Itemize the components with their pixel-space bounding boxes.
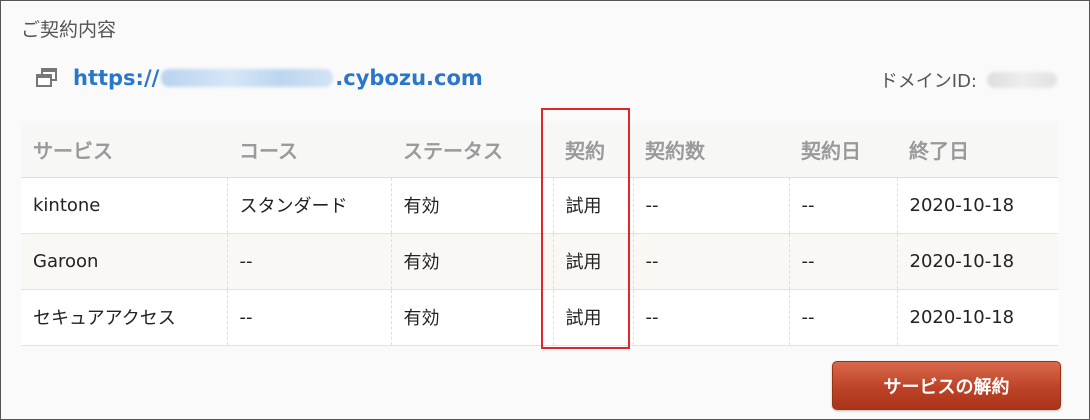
- contract-table-wrapper: サービス コース ステータス 契約 契約数 契約日 終了日 kintone スタ…: [21, 123, 1058, 346]
- contract-panel: ご契約内容 https:// .cybozu.com ドメインID: サービス …: [0, 0, 1090, 420]
- cell-status: 有効: [390, 233, 553, 290]
- cell-status: 有効: [390, 289, 553, 346]
- contract-table: サービス コース ステータス 契約 契約数 契約日 終了日 kintone スタ…: [21, 123, 1058, 346]
- url-row: https:// .cybozu.com: [35, 63, 483, 93]
- domain-id: ドメインID:: [880, 67, 1059, 93]
- cancel-service-button[interactable]: サービスの解約: [832, 361, 1061, 410]
- new-window-icon: [35, 66, 59, 90]
- cell-service: セキュアアクセス: [21, 289, 227, 346]
- header-contract: 契約: [553, 123, 633, 178]
- url-suffix: .cybozu.com: [335, 66, 483, 90]
- header-contract-count: 契約数: [633, 123, 789, 178]
- cell-contract-date: --: [788, 289, 897, 346]
- table-header-row: サービス コース ステータス 契約 契約数 契約日 終了日: [21, 123, 1058, 178]
- cell-end-date: 2020-10-18: [896, 177, 1058, 234]
- cell-contract-count: --: [632, 233, 789, 290]
- cell-end-date: 2020-10-18: [896, 289, 1058, 346]
- redacted-subdomain: [161, 69, 334, 87]
- header-status: ステータス: [391, 123, 553, 178]
- cell-course: --: [226, 233, 391, 290]
- cell-contract-count: --: [632, 177, 789, 234]
- header-end-date: 終了日: [897, 123, 1058, 178]
- domain-url-link[interactable]: https:// .cybozu.com: [73, 66, 483, 90]
- cell-service: Garoon: [21, 233, 227, 290]
- cell-service: kintone: [21, 177, 227, 234]
- cell-end-date: 2020-10-18: [896, 233, 1058, 290]
- cell-contract: 試用: [552, 289, 633, 346]
- cell-course: スタンダード: [226, 177, 391, 234]
- table-row: kintone スタンダード 有効 試用 -- -- 2020-10-18: [21, 177, 1058, 234]
- cell-status: 有効: [390, 177, 553, 234]
- domain-id-label: ドメインID:: [879, 71, 977, 92]
- table-row: Garoon -- 有効 試用 -- -- 2020-10-18: [21, 233, 1058, 290]
- redacted-domain-id: [987, 72, 1057, 88]
- cell-contract-date: --: [788, 177, 897, 234]
- cell-contract-count: --: [632, 289, 789, 346]
- table-row: セキュアアクセス -- 有効 試用 -- -- 2020-10-18: [21, 289, 1058, 346]
- cell-course: --: [226, 289, 391, 346]
- cell-contract: 試用: [552, 233, 633, 290]
- url-prefix: https://: [73, 66, 160, 90]
- header-service: サービス: [21, 123, 227, 178]
- cell-contract: 試用: [552, 177, 633, 234]
- section-title: ご契約内容: [21, 19, 117, 41]
- cell-contract-date: --: [788, 233, 897, 290]
- header-course: コース: [227, 123, 391, 178]
- header-contract-date: 契約日: [789, 123, 897, 178]
